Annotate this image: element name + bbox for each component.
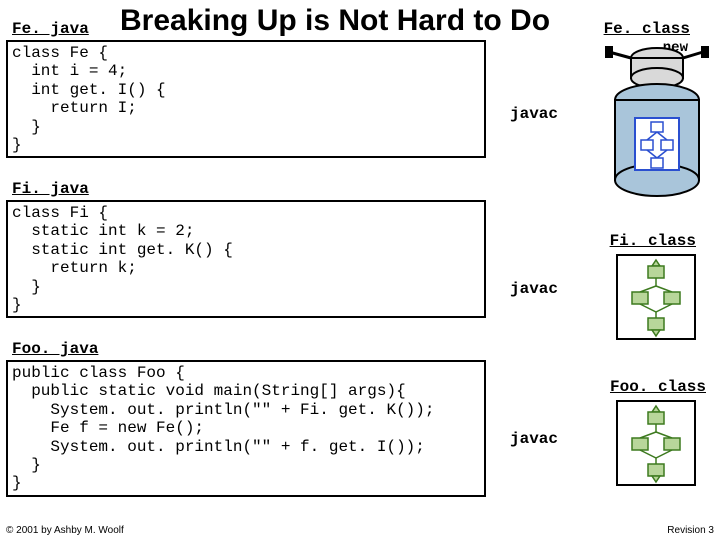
javac-label-fi: javac bbox=[510, 280, 558, 298]
file-label-foo: Foo. java bbox=[12, 340, 98, 358]
file-label-fe: Fe. java bbox=[12, 20, 89, 38]
code-box-foo: public class Foo { public static void ma… bbox=[6, 360, 486, 497]
footer-revision: Revision 3 bbox=[667, 525, 714, 536]
code-box-fe: class Fe { int i = 4; int get. I() { ret… bbox=[6, 40, 486, 158]
class-icon-foo bbox=[616, 400, 696, 486]
slide-title: Breaking Up is Not Hard to Do bbox=[120, 4, 550, 38]
grinder-icon bbox=[605, 40, 710, 215]
class-label-fe: Fe. class bbox=[604, 20, 690, 38]
file-label-fi: Fi. java bbox=[12, 180, 89, 198]
class-label-foo: Foo. class bbox=[610, 378, 706, 396]
javac-label-foo: javac bbox=[510, 430, 558, 448]
class-label-fi: Fi. class bbox=[610, 232, 696, 250]
javac-label-fe: javac bbox=[510, 105, 558, 123]
footer-copyright: © 2001 by Ashby M. Woolf bbox=[6, 525, 124, 536]
code-box-fi: class Fi { static int k = 2; static int … bbox=[6, 200, 486, 318]
class-icon-fi bbox=[616, 254, 696, 340]
